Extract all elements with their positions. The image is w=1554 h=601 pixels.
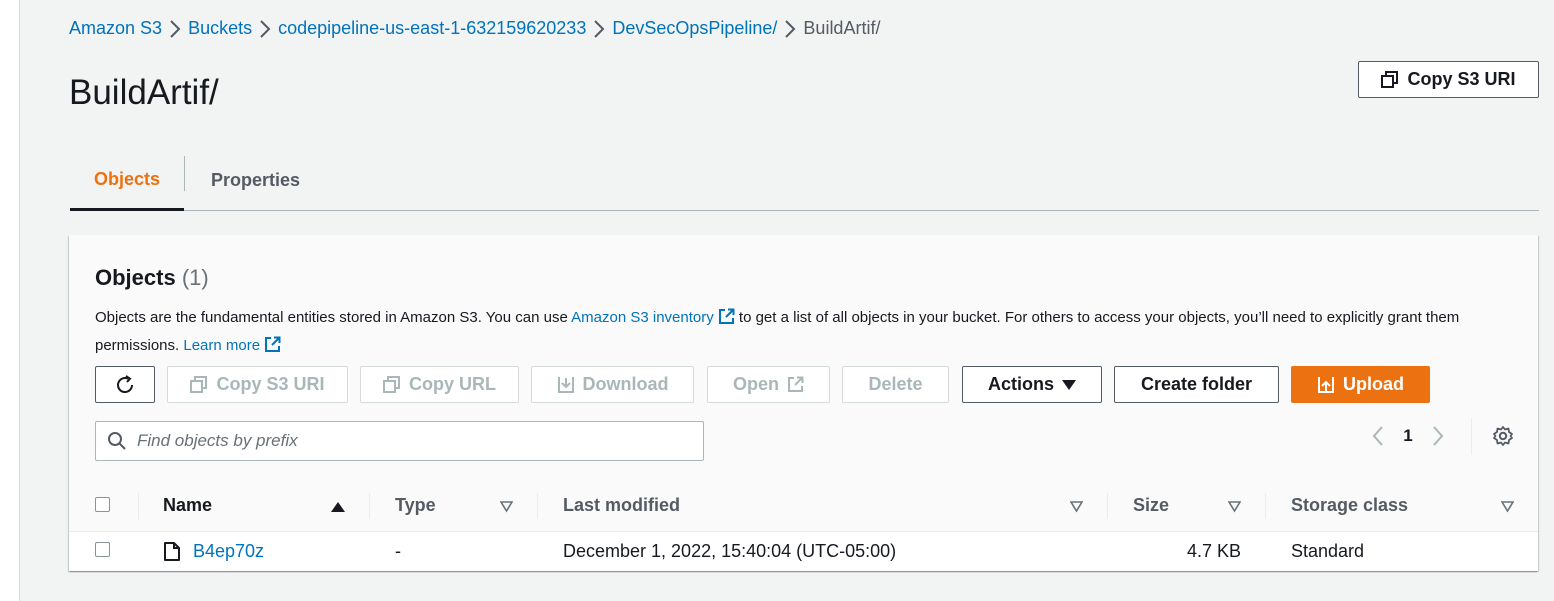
column-header-storage-class[interactable]: Storage class (1265, 479, 1538, 531)
sort-icon (1069, 497, 1084, 518)
next-page-icon[interactable] (1419, 426, 1457, 446)
copy-url-button[interactable]: Copy URL (360, 366, 519, 403)
chevron-right-icon (777, 19, 803, 38)
copy-icon (1381, 70, 1399, 89)
left-rail (0, 0, 20, 601)
sort-ascending-icon (331, 497, 345, 518)
refresh-button[interactable] (95, 366, 155, 403)
actions-label: Actions (987, 374, 1054, 394)
external-link-icon (787, 376, 804, 393)
chevron-right-icon (586, 19, 612, 38)
copy-s3-uri-label: Copy S3 URI (1407, 69, 1516, 89)
column-header-size[interactable]: Size (1107, 479, 1265, 531)
copy-s3-uri-button[interactable]: Copy S3 URI (1358, 61, 1539, 98)
create-folder-label: Create folder (1140, 374, 1253, 394)
delete-label: Delete (868, 374, 923, 394)
external-link-icon (718, 308, 735, 333)
external-link-icon (264, 336, 281, 361)
search-input[interactable] (135, 430, 679, 452)
upload-icon (1317, 376, 1335, 394)
row-type-cell: - (395, 541, 401, 561)
breadcrumb-bucket[interactable]: codepipeline-us-east-1-632159620233 (278, 18, 586, 39)
open-button[interactable]: Open (707, 366, 830, 403)
download-button[interactable]: Download (531, 366, 694, 403)
objects-heading: Objects (1) (95, 265, 209, 291)
refresh-icon (114, 374, 136, 396)
breadcrumb-buckets[interactable]: Buckets (188, 18, 252, 39)
select-all-checkbox[interactable] (95, 497, 110, 512)
tab-properties[interactable]: Properties (211, 150, 300, 210)
objects-panel: Objects (1) Objects are the fundamental … (69, 235, 1538, 571)
tab-objects[interactable]: Objects (70, 150, 184, 211)
copy-icon (383, 375, 401, 394)
tab-divider (184, 156, 185, 191)
delete-button[interactable]: Delete (842, 366, 949, 403)
column-header-name[interactable]: Name (138, 479, 369, 531)
description-text-1: Objects are the fundamental entities sto… (95, 309, 568, 326)
table-row: B4ep70z - December 1, 2022, 15:40:04 (UT… (69, 532, 1538, 571)
chevron-right-icon (162, 19, 188, 38)
row-storage-class-cell: Standard (1291, 541, 1365, 561)
objects-heading-title: Objects (95, 265, 176, 290)
copy-url-label: Copy URL (409, 374, 496, 394)
row-last-modified-cell: December 1, 2022, 15:40:04 (UTC-05:00) (563, 541, 897, 561)
breadcrumb-current: BuildArtif/ (803, 18, 881, 38)
objects-count: (1) (181, 265, 209, 290)
objects-description: Objects are the fundamental entities sto… (95, 305, 1515, 361)
pagination: 1 (1359, 417, 1522, 455)
settings-gear-icon[interactable] (1484, 425, 1522, 447)
caret-down-icon (1062, 379, 1076, 391)
sort-icon (1500, 497, 1515, 518)
inventory-link[interactable]: Amazon S3 inventory (571, 308, 735, 326)
open-label: Open (732, 374, 779, 394)
breadcrumb-pipeline-folder[interactable]: DevSecOpsPipeline/ (612, 18, 777, 39)
download-label: Download (582, 374, 669, 394)
create-folder-button[interactable]: Create folder (1114, 366, 1279, 403)
breadcrumb-amazon-s3[interactable]: Amazon S3 (69, 18, 162, 39)
actions-dropdown[interactable]: Actions (962, 366, 1102, 403)
chevron-right-icon (252, 19, 278, 38)
page-title: BuildArtif/ (69, 73, 219, 112)
page-number[interactable]: 1 (1397, 426, 1419, 446)
object-name-link[interactable]: B4ep70z (193, 541, 264, 562)
column-header-last-modified[interactable]: Last modified (537, 479, 1107, 531)
search-icon (107, 431, 127, 451)
upload-label: Upload (1343, 374, 1404, 394)
objects-table-header: Name Type Last modified Size Storage cla… (69, 479, 1538, 532)
pagination-divider (1471, 417, 1472, 455)
copy-s3-uri-toolbar-button[interactable]: Copy S3 URI (167, 366, 348, 403)
inventory-link-label: Amazon S3 inventory (571, 309, 714, 326)
sort-icon (1227, 497, 1242, 518)
tabs: Objects Properties (70, 150, 1539, 211)
upload-button[interactable]: Upload (1291, 366, 1430, 403)
copy-icon (190, 375, 208, 394)
download-icon (557, 376, 575, 394)
search-box (95, 421, 704, 461)
sort-icon (499, 497, 514, 518)
file-icon (164, 542, 180, 561)
column-header-type[interactable]: Type (369, 479, 537, 531)
copy-s3-uri-toolbar-label: Copy S3 URI (216, 374, 325, 394)
learn-more-link[interactable]: Learn more (183, 336, 281, 354)
prev-page-icon[interactable] (1359, 426, 1397, 446)
learn-more-label: Learn more (183, 337, 261, 354)
row-size-cell: 4.7 KB (1186, 541, 1241, 561)
row-name-cell: B4ep70z (164, 532, 264, 571)
row-checkbox[interactable] (95, 542, 110, 557)
breadcrumb: Amazon S3 Buckets codepipeline-us-east-1… (69, 18, 880, 39)
